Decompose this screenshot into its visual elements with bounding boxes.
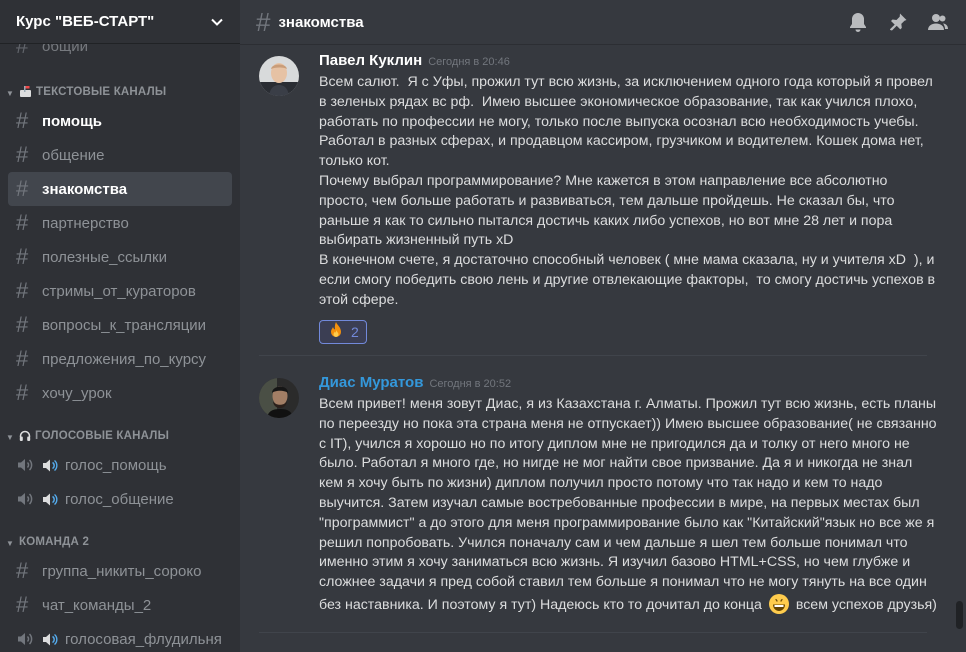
headphones-icon [19, 430, 31, 442]
channel-label: голос_общение [65, 490, 174, 508]
message-text: Всем привет! меня зовут Диас, я из Казах… [319, 395, 940, 616]
category-voice-channels[interactable]: ▼ ГОЛОСОВЫЕ КАНАЛЫ [0, 420, 240, 448]
channel-obshchenie[interactable]: # общение [8, 138, 232, 172]
category-label: ГОЛОСОВЫЕ КАНАЛЫ [35, 430, 170, 442]
hash-icon: # [16, 558, 29, 583]
message: Павел Куклин Сегодня в 20:46 Всем салют.… [240, 52, 952, 344]
pin-icon[interactable] [886, 10, 910, 34]
channel-strimy[interactable]: # стримы_от_кураторов [8, 274, 232, 308]
speaker-emoji-icon [42, 632, 62, 647]
hash-icon: # [16, 312, 29, 337]
channel-gruppa-nikity[interactable]: # группа_никиты_сороко [8, 554, 232, 588]
channel-label: полезные_ссылки [42, 248, 168, 266]
channel-label: предложения_по_курсу [42, 350, 207, 368]
channel-label: чат_команды_2 [42, 596, 152, 614]
speaker-icon [16, 457, 40, 473]
chevron-down-icon[interactable] [210, 15, 224, 29]
fire-icon [327, 321, 345, 342]
timestamp: Сегодня в 20:52 [429, 378, 512, 390]
channel-label: вопросы_к_трансляции [42, 316, 207, 334]
channel-label: хочу_урок [42, 384, 112, 402]
channel-pomoshch[interactable]: # помощь [8, 104, 232, 138]
author-name[interactable]: Павел Куклин [319, 52, 422, 69]
hash-icon: # [16, 380, 29, 405]
message-list: Павел Куклин Сегодня в 20:46 Всем салют.… [240, 44, 952, 652]
message: Диас Муратов Сегодня в 20:52 Всем привет… [240, 374, 952, 616]
speaker-emoji-icon [42, 458, 62, 473]
speaker-icon [16, 491, 40, 507]
channel-label: знакомства [42, 180, 128, 198]
channel-label: партнерство [42, 214, 129, 232]
hash-icon: # [16, 210, 29, 235]
author-name[interactable]: Диас Муратов [319, 374, 423, 391]
message-divider [259, 632, 927, 633]
mailbox-icon [19, 86, 32, 98]
message-text-body: Всем привет! меня зовут Диас, я из Казах… [319, 396, 941, 613]
hash-icon: # [256, 6, 271, 37]
hash-icon: # [16, 142, 29, 167]
channel-title: знакомства [278, 13, 364, 31]
hash-icon: # [16, 108, 29, 133]
channel-label: группа_никиты_сороко [42, 562, 202, 580]
channel-znakomstva[interactable]: # знакомства [8, 172, 232, 206]
members-icon[interactable] [926, 10, 950, 34]
message-divider [259, 355, 927, 356]
voice-channel-fludilnya[interactable]: голосовая_флудильня [8, 622, 232, 652]
message-meta: Павел Куклин Сегодня в 20:46 [319, 52, 940, 69]
scrollbar-thumb[interactable] [956, 601, 963, 629]
channel-label: голос_помощь [65, 456, 167, 474]
category-text-channels[interactable]: ▼ ТЕКСТОВЫЕ КАНАЛЫ [0, 76, 240, 104]
header-toolbar [846, 10, 950, 34]
channel-chat-komandy-2[interactable]: # чат_команды_2 [8, 588, 232, 622]
channel-partnerstvo[interactable]: # партнерство [8, 206, 232, 240]
avatar[interactable] [259, 56, 299, 96]
hash-icon: # [16, 176, 29, 201]
caret-down-icon: ▼ [6, 433, 15, 442]
voice-channel-golos-pomoshch[interactable]: голос_помощь [8, 448, 232, 482]
channel-poleznye-ssylki[interactable]: # полезные_ссылки [8, 240, 232, 274]
message-meta: Диас Муратов Сегодня в 20:52 [319, 374, 940, 391]
channel-label: помощь [42, 112, 102, 130]
category-team-2[interactable]: ▼ КОМАНДА 2 [0, 526, 240, 554]
avatar[interactable] [259, 378, 299, 418]
reaction-count: 2 [351, 323, 359, 340]
caret-down-icon: ▼ [6, 539, 15, 548]
channel-sidebar: # общий ▼ ТЕКСТОВЫЕ КАНАЛЫ # помощь # обще… [0, 0, 240, 652]
channel-label: голосовая_флудильня [65, 630, 222, 648]
category-label: КОМАНДА 2 [19, 536, 90, 548]
speaker-emoji-icon [42, 492, 62, 507]
timestamp: Сегодня в 20:46 [428, 56, 510, 68]
hash-icon: # [16, 592, 29, 617]
caret-down-icon: ▼ [6, 89, 15, 98]
reaction-button[interactable]: 2 [319, 319, 367, 344]
voice-channel-golos-obshchenie[interactable]: голос_общение [8, 482, 232, 516]
channel-voprosy[interactable]: # вопросы_к_трансляции [8, 308, 232, 342]
channel-khochu-urok[interactable]: # хочу_урок [8, 376, 232, 410]
message-text-tail: всем успехов друзья) [795, 596, 937, 613]
hash-icon: # [16, 346, 29, 371]
channel-label: стримы_от_кураторов [42, 282, 196, 300]
hash-icon: # [16, 278, 29, 303]
bell-icon[interactable] [846, 10, 870, 34]
server-name: Курс "ВЕБ-СТАРТ" [16, 13, 155, 30]
message-text: Всем салют. Я с Уфы, прожил тут всю жизн… [319, 74, 936, 308]
hash-icon: # [16, 244, 29, 269]
channel-label: общение [42, 146, 105, 164]
scrollbar-track[interactable] [952, 44, 966, 652]
grinning-emoji-icon [768, 593, 790, 615]
speaker-icon [16, 631, 40, 647]
channel-predlozheniya[interactable]: # предложения_по_курсу [8, 342, 232, 376]
server-header[interactable]: Курс "ВЕБ-СТАРТ" [0, 0, 240, 44]
chat-header: # знакомства [240, 0, 966, 44]
channel-list: # общий ▼ ТЕКСТОВЫЕ КАНАЛЫ # помощь # обще… [0, 36, 240, 652]
category-label: ТЕКСТОВЫЕ КАНАЛЫ [36, 86, 167, 98]
